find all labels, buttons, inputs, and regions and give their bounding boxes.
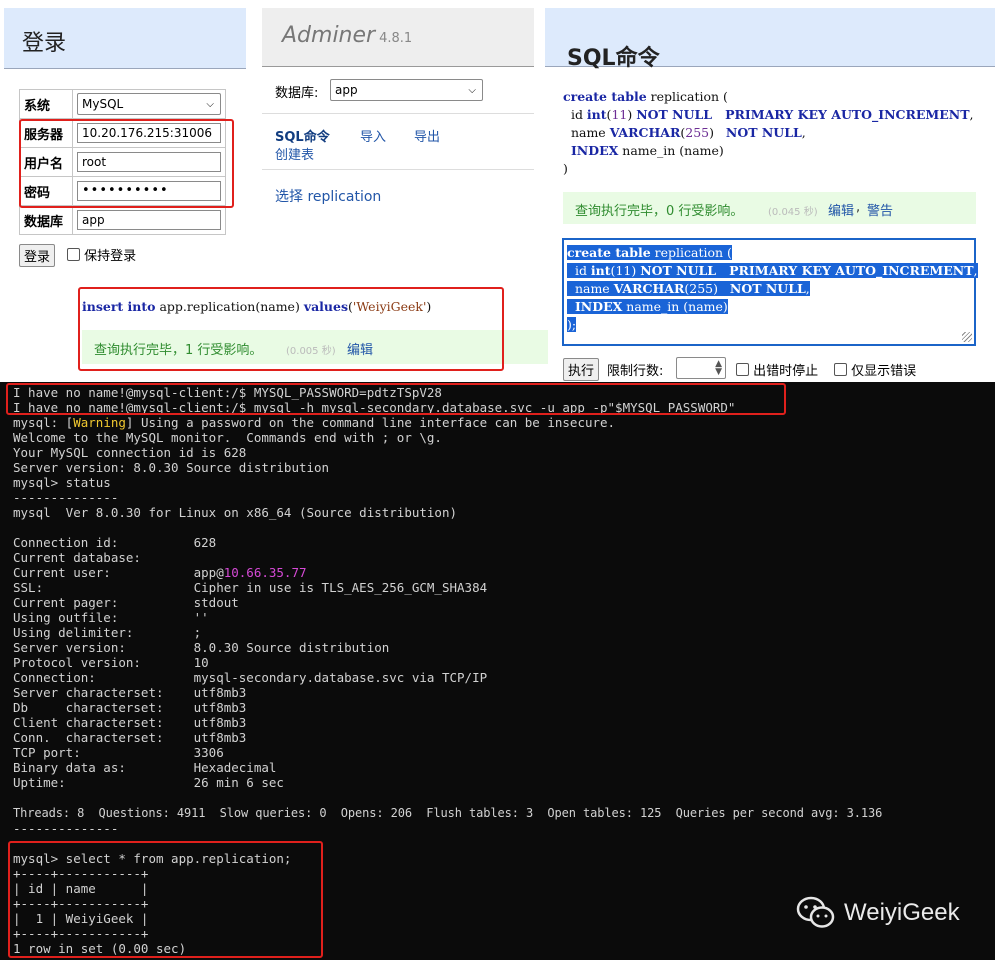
adminer-version: 4.8.1 [379,31,413,46]
sql-query-time: (0.045 秒) [768,207,818,218]
nav-divider [262,169,534,170]
remember-checkbox[interactable] [67,248,80,261]
system-label: 系统 [19,89,73,119]
select-replication-link[interactable]: 选择 replication [275,186,381,206]
database-select-value: app [335,83,358,97]
sql-executed-code: create table replication ( id int(11) NO… [563,89,974,176]
login-title: 登录 [22,31,67,56]
chevron-down-icon: ⌵ [206,99,214,110]
sql-header: SQL命令 [545,8,995,71]
stop-on-error-option[interactable]: 出错时停止 [736,360,818,379]
sql-title: SQL命令 [567,46,660,72]
system-select[interactable]: MySQL ⌵ [77,93,221,115]
wechat-icon [796,895,836,931]
watermark-text: WeiyiGeek [844,899,960,926]
database-select[interactable]: app ⌵ [330,79,483,101]
remember-label: 保持登录 [84,249,137,264]
limit-label: 限制行数: [607,364,664,379]
sql-command-link[interactable]: SQL命令 [275,126,330,145]
create-table-link[interactable]: 创建表 [275,144,314,163]
sql-result-message: 查询执行完毕，0 行受影响。 (0.045 秒) 编辑 , 警告 [563,192,976,224]
stop-on-error-label: 出错时停止 [753,364,819,379]
terminal-select-highlight [8,841,323,958]
adminer-logo[interactable]: Adminer 4.8.1 [282,23,412,48]
sql-editor[interactable]: create table replication ( id int(11) NO… [562,238,978,346]
login-header: 登录 [4,8,246,69]
import-link[interactable]: 导入 [360,126,386,145]
adminer-name: Adminer [282,23,376,48]
insert-query-highlight [78,287,504,371]
export-link[interactable]: 导出 [414,126,440,145]
remember-login[interactable]: 保持登录 [67,245,136,264]
stop-on-error-checkbox[interactable] [736,363,749,376]
chevron-down-icon: ⌵ [468,85,476,96]
only-errors-label: 仅显示错误 [851,364,917,379]
stepper-icon[interactable]: ▲ ▼ [715,360,722,377]
adminer-header: Adminer 4.8.1 [262,8,534,67]
sql-edit-link[interactable]: 编辑 [828,200,854,219]
login-button[interactable]: 登录 [19,244,56,267]
database-select-label: 数据库: [275,86,319,101]
sql-editor-code[interactable]: create table replication ( id int(11) NO… [567,244,978,334]
database-input[interactable]: app [77,210,221,230]
only-errors-checkbox[interactable] [834,363,847,376]
only-errors-option[interactable]: 仅显示错误 [834,360,916,379]
limit-input[interactable]: ▲ ▼ [676,357,726,379]
database-label: 数据库 [19,205,73,235]
system-value: MySQL [82,97,124,111]
execute-button[interactable]: 执行 [563,358,600,381]
sql-warning-link[interactable]: 警告 [867,200,893,219]
terminal-command-highlight [6,383,786,415]
nav-divider [262,113,534,114]
credentials-highlight [19,119,234,208]
resize-handle-icon[interactable] [962,332,972,342]
